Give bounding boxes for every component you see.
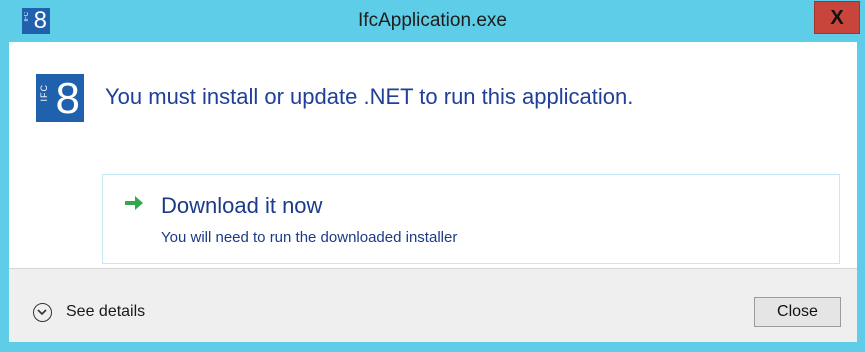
chevron-down-circle-icon (33, 302, 52, 322)
logo-small-text: IFC (39, 84, 49, 102)
dialog-window: IFC 8 IfcApplication.exe X IFC 8 You mus… (0, 0, 865, 352)
close-button[interactable]: Close (754, 297, 841, 327)
title-bar[interactable]: IFC 8 IfcApplication.exe X (0, 0, 865, 42)
window-title: IfcApplication.exe (358, 10, 507, 31)
see-details-toggle[interactable]: See details (33, 299, 145, 325)
window-close-button[interactable]: X (814, 1, 860, 34)
dialog-footer: See details Close (9, 268, 857, 342)
command-link-title: Download it now (161, 193, 323, 218)
command-link-subtitle: You will need to run the downloaded inst… (161, 229, 458, 246)
main-instruction: You must install or update .NET to run t… (105, 84, 634, 109)
green-arrow-right-icon (125, 196, 143, 210)
dialog-content: IFC 8 You must install or update .NET to… (9, 42, 857, 268)
logo-big-text: 8 (55, 74, 80, 123)
see-details-label: See details (66, 303, 146, 320)
download-command-link[interactable]: Download it now You will need to run the… (102, 174, 840, 264)
ifc-8-logo: IFC 8 (36, 74, 84, 122)
